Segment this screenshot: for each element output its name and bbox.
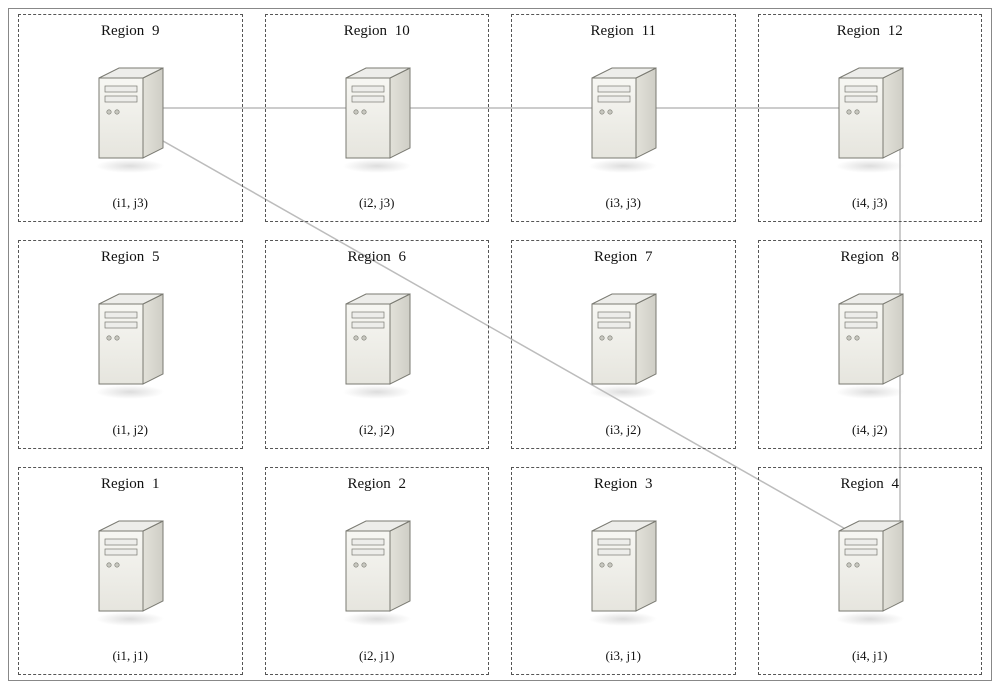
- coord-label: (i1, j3): [113, 195, 148, 211]
- region-prefix: Region: [101, 476, 144, 492]
- server-icon-wrap: [518, 266, 729, 421]
- region-number: 7: [645, 249, 653, 265]
- region-title: Region 9: [101, 23, 160, 40]
- server-icon: [825, 286, 915, 401]
- coord-label: (i2, j2): [359, 422, 394, 438]
- region-1: Region 1 (i1, j1): [18, 467, 243, 675]
- region-number: 1: [152, 476, 160, 492]
- region-number: 10: [395, 23, 410, 39]
- region-5: Region 5 (i1, j2): [18, 240, 243, 448]
- region-prefix: Region: [840, 476, 883, 492]
- coord-label: (i4, j2): [852, 422, 887, 438]
- region-number: 9: [152, 23, 160, 39]
- region-2: Region 2 (i2, j1): [265, 467, 490, 675]
- region-number: 12: [888, 23, 903, 39]
- region-4: Region 4 (i4, j1): [758, 467, 983, 675]
- coord-label: (i4, j1): [852, 648, 887, 664]
- region-prefix: Region: [837, 23, 880, 39]
- region-8: Region 8 (i4, j2): [758, 240, 983, 448]
- region-12: Region 12 (i4, j3): [758, 14, 983, 222]
- region-9: Region 9: [18, 14, 243, 222]
- region-title: Region 10: [344, 23, 410, 40]
- region-title: Region 3: [594, 476, 653, 493]
- coord-label: (i4, j3): [852, 195, 887, 211]
- region-number: 2: [399, 476, 407, 492]
- region-10: Region 10 (i2, j3): [265, 14, 490, 222]
- region-prefix: Region: [594, 476, 637, 492]
- server-icon-wrap: [25, 266, 236, 421]
- server-icon: [578, 513, 668, 628]
- server-icon: [85, 60, 175, 175]
- server-icon-wrap: [765, 40, 976, 195]
- region-prefix: Region: [590, 23, 633, 39]
- region-grid: Region 9: [18, 14, 982, 675]
- server-icon-wrap: [25, 493, 236, 648]
- server-icon: [578, 286, 668, 401]
- coord-label: (i3, j2): [606, 422, 641, 438]
- region-7: Region 7 (i3, j2): [511, 240, 736, 448]
- server-icon-wrap: [765, 493, 976, 648]
- region-number: 3: [645, 476, 653, 492]
- region-title: Region 7: [594, 249, 653, 266]
- region-prefix: Region: [347, 249, 390, 265]
- region-3: Region 3 (i3, j1): [511, 467, 736, 675]
- server-icon: [578, 60, 668, 175]
- region-prefix: Region: [347, 476, 390, 492]
- coord-label: (i1, j1): [113, 648, 148, 664]
- server-icon-wrap: [272, 493, 483, 648]
- region-title: Region 11: [590, 23, 656, 40]
- region-11: Region 11 (i3, j3): [511, 14, 736, 222]
- server-icon-wrap: [272, 40, 483, 195]
- region-title: Region 5: [101, 249, 160, 266]
- region-number: 5: [152, 249, 160, 265]
- coord-label: (i3, j1): [606, 648, 641, 664]
- server-icon-wrap: [518, 40, 729, 195]
- region-prefix: Region: [344, 23, 387, 39]
- region-6: Region 6 (i2, j2): [265, 240, 490, 448]
- region-prefix: Region: [101, 23, 144, 39]
- region-title: Region 12: [837, 23, 903, 40]
- coord-label: (i2, j1): [359, 648, 394, 664]
- server-icon: [825, 60, 915, 175]
- server-icon: [332, 513, 422, 628]
- server-icon: [332, 286, 422, 401]
- server-icon: [85, 513, 175, 628]
- region-prefix: Region: [840, 249, 883, 265]
- coord-label: (i1, j2): [113, 422, 148, 438]
- server-icon-wrap: [272, 266, 483, 421]
- region-number: 11: [642, 23, 656, 39]
- server-icon: [825, 513, 915, 628]
- server-icon-wrap: [25, 40, 236, 195]
- region-title: Region 4: [840, 476, 899, 493]
- region-title: Region 8: [840, 249, 899, 266]
- region-number: 8: [892, 249, 900, 265]
- region-prefix: Region: [594, 249, 637, 265]
- server-icon: [85, 286, 175, 401]
- server-icon-wrap: [518, 493, 729, 648]
- region-number: 6: [399, 249, 407, 265]
- server-icon-wrap: [765, 266, 976, 421]
- coord-label: (i2, j3): [359, 195, 394, 211]
- server-icon: [332, 60, 422, 175]
- coord-label: (i3, j3): [606, 195, 641, 211]
- region-title: Region 2: [347, 476, 406, 493]
- region-title: Region 6: [347, 249, 406, 266]
- region-prefix: Region: [101, 249, 144, 265]
- region-title: Region 1: [101, 476, 160, 493]
- region-number: 4: [892, 476, 900, 492]
